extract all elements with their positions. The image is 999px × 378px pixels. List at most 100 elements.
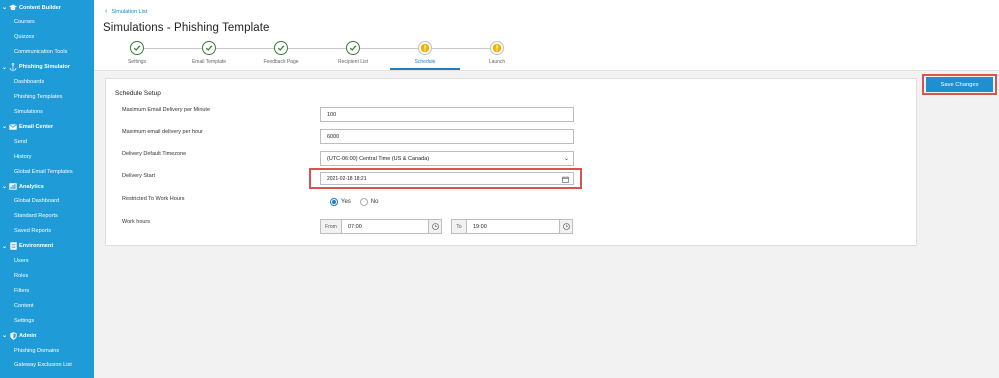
check-icon xyxy=(274,41,288,55)
sidebar-group-phishing-simulator[interactable]: ⌄ Phishing Simulator xyxy=(0,60,94,75)
input-value: 19:00 xyxy=(473,223,487,230)
work-hours-label: Work hours xyxy=(122,219,151,225)
from-prefix: From xyxy=(320,219,342,234)
page-title: Simulations - Phishing Template xyxy=(103,22,270,34)
chevron-left-icon: ‹ xyxy=(105,8,108,15)
radio-yes-label: Yes xyxy=(341,199,351,205)
sidebar-group-label: Admin xyxy=(19,332,37,339)
calendar-icon[interactable] xyxy=(562,176,569,185)
chevron-down-icon: ⌄ xyxy=(2,184,8,191)
sidebar-group-environment[interactable]: ⌄ Environment xyxy=(0,239,94,254)
sidebar-item-phishing-domains[interactable]: Phishing Domains xyxy=(0,343,94,358)
step-launch[interactable]: Launch xyxy=(462,41,532,65)
max-per-minute-input[interactable]: 100 xyxy=(320,107,574,122)
delivery-start-label: Delivery Start xyxy=(122,173,156,179)
max-per-minute-label: Maximum Email Delivery per Minute xyxy=(122,107,211,113)
main-content: ‹ Simulation List Simulations - Phishing… xyxy=(94,0,999,378)
sidebar-item-quizzes[interactable]: Quizzes xyxy=(0,30,94,45)
step-label: Schedule xyxy=(414,59,436,65)
breadcrumb-link[interactable]: Simulation List xyxy=(111,9,147,15)
sidebar-item-global-email-templates[interactable]: Global Email Templates xyxy=(0,164,94,179)
sidebar-item-filters[interactable]: Filters xyxy=(0,283,94,298)
sidebar-item-courses[interactable]: Courses xyxy=(0,15,94,30)
work-hours-restricted-label: Restricted To Work Hours xyxy=(122,196,185,202)
sidebar-group-label: Phishing Simulator xyxy=(19,64,70,71)
sidebar-item-roles[interactable]: Roles xyxy=(0,269,94,284)
sidebar-item-phishing-templates[interactable]: Phishing Templates xyxy=(0,90,94,105)
page-header: ‹ Simulation List Simulations - Phishing… xyxy=(94,0,999,71)
delivery-start-input[interactable]: 2021-02-18 18:21 xyxy=(320,172,574,185)
progress-stepper: Settings Email Template Feedback Page Re… xyxy=(94,40,999,71)
step-label: Recipient List xyxy=(337,59,368,65)
warning-icon xyxy=(490,41,504,55)
sidebar-item-standard-reports[interactable]: Standard Reports xyxy=(0,209,94,224)
sidebar-item-saved-reports[interactable]: Saved Reports xyxy=(0,224,94,239)
chevron-down-icon: ⌄ xyxy=(2,243,8,250)
shield-icon xyxy=(9,331,17,340)
sidebar-group-label: Email Center xyxy=(19,123,54,130)
timezone-label: Delivery Default Timezone xyxy=(122,151,187,157)
chevron-down-icon: ⌄ xyxy=(2,124,8,131)
sidebar-item-send[interactable]: Send xyxy=(0,134,94,149)
to-prefix: To xyxy=(451,219,467,234)
sidebar-group-label: Environment xyxy=(19,243,54,250)
warning-icon xyxy=(418,41,432,55)
check-icon xyxy=(130,41,144,55)
sidebar-group-label: Content Builder xyxy=(19,4,61,11)
schedule-setup-card: Schedule Setup Maximum Email Delivery pe… xyxy=(105,78,917,246)
section-title: Schedule Setup xyxy=(115,90,161,97)
save-changes-button[interactable]: Save Changes xyxy=(926,77,993,92)
chevron-down-icon: ⌄ xyxy=(2,333,8,340)
step-label: Email Template xyxy=(191,59,227,65)
sidebar-item-communication-tools[interactable]: Communication Tools xyxy=(0,45,94,60)
radio-yes[interactable] xyxy=(330,198,338,206)
step-label: Launch xyxy=(488,59,506,65)
sidebar-item-global-dashboard[interactable]: Global Dashboard xyxy=(0,194,94,209)
step-settings[interactable]: Settings xyxy=(102,41,172,65)
step-label: Settings xyxy=(127,59,147,65)
chevron-down-icon: ⌄ xyxy=(563,156,569,162)
active-step-underline xyxy=(390,68,460,70)
sidebar-group-email-center[interactable]: ⌄ Email Center xyxy=(0,119,94,134)
sidebar-group-analytics[interactable]: ⌄ Analytics xyxy=(0,179,94,194)
input-value: 2021-02-18 18:21 xyxy=(327,175,367,182)
radio-no-label: No xyxy=(370,199,379,205)
sidebar-group-content-builder[interactable]: ⌄ Content Builder xyxy=(0,0,94,15)
select-value: (UTC-06:00) Central Time (US & Canada) xyxy=(327,155,430,162)
step-schedule[interactable]: Schedule xyxy=(390,41,460,65)
from-time-input[interactable]: 07:00 xyxy=(341,219,429,234)
chevron-down-icon: ⌄ xyxy=(2,64,8,71)
step-feedback-page[interactable]: Feedback Page xyxy=(246,41,316,65)
to-time-input[interactable]: 19:00 xyxy=(466,219,560,234)
input-value: 6000 xyxy=(327,133,340,140)
sidebar-group-admin[interactable]: ⌄ Admin xyxy=(0,328,94,343)
max-per-hour-input[interactable]: 6000 xyxy=(320,129,574,144)
max-per-hour-label: Maximum email delivery per hour xyxy=(122,129,203,135)
radio-dot xyxy=(332,200,336,204)
sidebar-item-history[interactable]: History xyxy=(0,149,94,164)
sidebar-item-users[interactable]: Users xyxy=(0,254,94,269)
chevron-down-icon: ⌄ xyxy=(2,5,8,11)
anchor-icon xyxy=(9,63,17,71)
document-icon xyxy=(9,242,17,250)
bar-chart-icon xyxy=(9,183,17,190)
sidebar-item-gateway-exclusion-list[interactable]: Gateway Exclusion List xyxy=(0,358,94,373)
sidebar: ⌄ Content Builder Courses Quizzes Commun… xyxy=(0,0,94,378)
input-value: 100 xyxy=(327,111,337,118)
check-icon xyxy=(202,41,216,55)
step-recipient-list[interactable]: Recipient List xyxy=(318,41,388,65)
sidebar-item-settings[interactable]: Settings xyxy=(0,313,94,328)
graduation-cap-icon xyxy=(9,4,17,11)
clock-icon[interactable] xyxy=(559,219,573,234)
timezone-select[interactable]: (UTC-06:00) Central Time (US & Canada) ⌄ xyxy=(320,151,574,166)
envelope-icon xyxy=(9,123,17,130)
sidebar-item-dashboards[interactable]: Dashboards xyxy=(0,75,94,90)
input-value: 07:00 xyxy=(348,223,362,230)
breadcrumb[interactable]: ‹ Simulation List xyxy=(105,8,147,15)
clock-icon[interactable] xyxy=(428,219,442,234)
sidebar-item-content[interactable]: Content xyxy=(0,298,94,313)
sidebar-item-simulations[interactable]: Simulations xyxy=(0,104,94,119)
radio-no[interactable] xyxy=(359,198,368,206)
step-email-template[interactable]: Email Template xyxy=(174,41,244,65)
work-hours-radio-group: Yes No xyxy=(330,198,387,206)
